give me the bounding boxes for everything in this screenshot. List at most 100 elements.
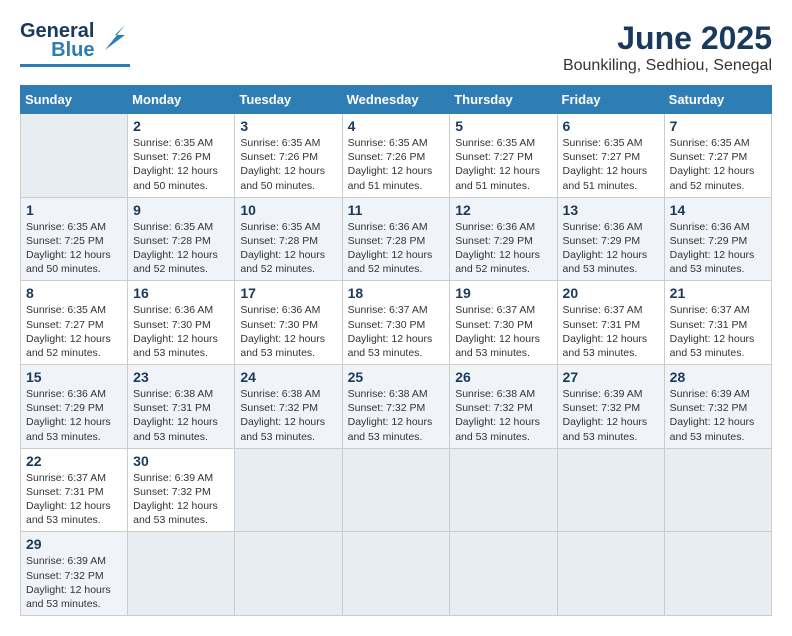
location-title: Bounkiling, Sedhiou, Senegal — [563, 57, 772, 75]
day-number: 2 — [133, 118, 229, 134]
calendar-cell — [21, 114, 128, 198]
calendar-cell: 18 Sunrise: 6:37 AMSunset: 7:30 PMDayligh… — [342, 281, 450, 365]
calendar-cell — [450, 448, 557, 532]
column-header-sunday: Sunday — [21, 86, 128, 114]
calendar-cell — [450, 532, 557, 616]
day-info: Sunrise: 6:39 AMSunset: 7:32 PMDaylight:… — [133, 471, 229, 528]
month-title: June 2025 — [563, 20, 772, 57]
calendar-cell: 13 Sunrise: 6:36 AMSunset: 7:29 PMDayligh… — [557, 197, 664, 281]
day-number: 25 — [348, 369, 445, 385]
day-number: 14 — [670, 202, 766, 218]
calendar-cell — [128, 532, 235, 616]
column-header-wednesday: Wednesday — [342, 86, 450, 114]
calendar-cell: 17Sunrise: 6:36 AMSunset: 7:30 PMDayligh… — [235, 281, 342, 365]
day-number: 30 — [133, 453, 229, 469]
day-info: Sunrise: 6:38 AMSunset: 7:32 PMDaylight:… — [455, 387, 551, 444]
calendar-cell: 8 Sunrise: 6:35 AMSunset: 7:27 PMDaylight… — [21, 281, 128, 365]
calendar-cell — [235, 448, 342, 532]
day-info: Sunrise: 6:37 AMSunset: 7:30 PMDaylight:… — [348, 303, 445, 360]
day-number: 23 — [133, 369, 229, 385]
day-number: 7 — [670, 118, 766, 134]
day-info: Sunrise: 6:36 AMSunset: 7:28 PMDaylight:… — [348, 220, 445, 277]
week-row-2: 1 Sunrise: 6:35 AMSunset: 7:25 PMDaylight… — [21, 197, 772, 281]
calendar-cell: 26 Sunrise: 6:38 AMSunset: 7:32 PMDayligh… — [450, 365, 557, 449]
day-number: 19 — [455, 285, 551, 301]
day-number: 1 — [26, 202, 122, 218]
calendar-cell: 20 Sunrise: 6:37 AMSunset: 7:31 PMDayligh… — [557, 281, 664, 365]
week-row-4: 15 Sunrise: 6:36 AMSunset: 7:29 PMDayligh… — [21, 365, 772, 449]
day-info: Sunrise: 6:39 AMSunset: 7:32 PMDaylight:… — [563, 387, 659, 444]
day-number: 18 — [348, 285, 445, 301]
calendar-cell: 11 Sunrise: 6:36 AMSunset: 7:28 PMDayligh… — [342, 197, 450, 281]
day-info: Sunrise: 6:36 AMSunset: 7:30 PMDaylight:… — [133, 303, 229, 360]
calendar-cell — [342, 448, 450, 532]
day-number: 3 — [240, 118, 336, 134]
calendar-cell: 29 Sunrise: 6:39 AMSunset: 7:32 PMDayligh… — [21, 532, 128, 616]
day-number: 9 — [133, 202, 229, 218]
calendar-cell: 21Sunrise: 6:37 AMSunset: 7:31 PMDayligh… — [664, 281, 771, 365]
title-area: June 2025 Bounkiling, Sedhiou, Senegal — [563, 20, 772, 75]
day-number: 15 — [26, 369, 122, 385]
day-info: Sunrise: 6:35 AMSunset: 7:26 PMDaylight:… — [133, 136, 229, 193]
column-header-monday: Monday — [128, 86, 235, 114]
calendar-cell: 28Sunrise: 6:39 AMSunset: 7:32 PMDayligh… — [664, 365, 771, 449]
day-number: 4 — [348, 118, 445, 134]
logo-icon — [100, 20, 130, 55]
week-row-1: 2 Sunrise: 6:35 AMSunset: 7:26 PMDaylight… — [21, 114, 772, 198]
column-header-friday: Friday — [557, 86, 664, 114]
calendar-cell: 6 Sunrise: 6:35 AMSunset: 7:27 PMDaylight… — [557, 114, 664, 198]
calendar-cell — [557, 532, 664, 616]
calendar-cell: 4Sunrise: 6:35 AMSunset: 7:26 PMDaylight… — [342, 114, 450, 198]
calendar-cell: 7Sunrise: 6:35 AMSunset: 7:27 PMDaylight… — [664, 114, 771, 198]
column-header-thursday: Thursday — [450, 86, 557, 114]
day-number: 29 — [26, 536, 122, 552]
day-number: 27 — [563, 369, 659, 385]
calendar-cell — [664, 532, 771, 616]
calendar-cell: 19 Sunrise: 6:37 AMSunset: 7:30 PMDayligh… — [450, 281, 557, 365]
week-row-6: 29 Sunrise: 6:39 AMSunset: 7:32 PMDayligh… — [21, 532, 772, 616]
day-number: 8 — [26, 285, 122, 301]
calendar-table: SundayMondayTuesdayWednesdayThursdayFrid… — [20, 85, 772, 616]
day-info: Sunrise: 6:38 AMSunset: 7:32 PMDaylight:… — [240, 387, 336, 444]
day-info: Sunrise: 6:36 AMSunset: 7:29 PMDaylight:… — [455, 220, 551, 277]
day-info: Sunrise: 6:37 AMSunset: 7:31 PMDaylight:… — [26, 471, 122, 528]
day-info: Sunrise: 6:36 AMSunset: 7:29 PMDaylight:… — [563, 220, 659, 277]
calendar-cell — [235, 532, 342, 616]
day-info: Sunrise: 6:35 AMSunset: 7:28 PMDaylight:… — [240, 220, 336, 277]
day-info: Sunrise: 6:36 AMSunset: 7:30 PMDaylight:… — [240, 303, 336, 360]
day-number: 6 — [563, 118, 659, 134]
day-number: 13 — [563, 202, 659, 218]
calendar-cell: 24Sunrise: 6:38 AMSunset: 7:32 PMDayligh… — [235, 365, 342, 449]
day-info: Sunrise: 6:35 AMSunset: 7:28 PMDaylight:… — [133, 220, 229, 277]
header-row: SundayMondayTuesdayWednesdayThursdayFrid… — [21, 86, 772, 114]
day-number: 20 — [563, 285, 659, 301]
day-info: Sunrise: 6:39 AMSunset: 7:32 PMDaylight:… — [670, 387, 766, 444]
calendar-cell — [342, 532, 450, 616]
calendar-cell: 14Sunrise: 6:36 AMSunset: 7:29 PMDayligh… — [664, 197, 771, 281]
day-number: 12 — [455, 202, 551, 218]
calendar-cell: 2 Sunrise: 6:35 AMSunset: 7:26 PMDaylight… — [128, 114, 235, 198]
calendar-cell: 15 Sunrise: 6:36 AMSunset: 7:29 PMDayligh… — [21, 365, 128, 449]
calendar-cell: 12 Sunrise: 6:36 AMSunset: 7:29 PMDayligh… — [450, 197, 557, 281]
column-header-tuesday: Tuesday — [235, 86, 342, 114]
day-number: 5 — [455, 118, 551, 134]
day-number: 26 — [455, 369, 551, 385]
day-number: 22 — [26, 453, 122, 469]
calendar-cell: 27 Sunrise: 6:39 AMSunset: 7:32 PMDayligh… — [557, 365, 664, 449]
calendar-cell: 22 Sunrise: 6:37 AMSunset: 7:31 PMDayligh… — [21, 448, 128, 532]
day-info: Sunrise: 6:37 AMSunset: 7:31 PMDaylight:… — [563, 303, 659, 360]
day-info: Sunrise: 6:36 AMSunset: 7:29 PMDaylight:… — [26, 387, 122, 444]
day-info: Sunrise: 6:35 AMSunset: 7:27 PMDaylight:… — [26, 303, 122, 360]
day-info: Sunrise: 6:35 AMSunset: 7:25 PMDaylight:… — [26, 220, 122, 277]
day-number: 11 — [348, 202, 445, 218]
day-info: Sunrise: 6:39 AMSunset: 7:32 PMDaylight:… — [26, 554, 122, 611]
day-info: Sunrise: 6:37 AMSunset: 7:30 PMDaylight:… — [455, 303, 551, 360]
day-info: Sunrise: 6:35 AMSunset: 7:27 PMDaylight:… — [563, 136, 659, 193]
calendar-cell: 9 Sunrise: 6:35 AMSunset: 7:28 PMDaylight… — [128, 197, 235, 281]
calendar-cell: 25Sunrise: 6:38 AMSunset: 7:32 PMDayligh… — [342, 365, 450, 449]
day-info: Sunrise: 6:35 AMSunset: 7:27 PMDaylight:… — [455, 136, 551, 193]
calendar-cell: 3Sunrise: 6:35 AMSunset: 7:26 PMDaylight… — [235, 114, 342, 198]
calendar-cell: 30 Sunrise: 6:39 AMSunset: 7:32 PMDayligh… — [128, 448, 235, 532]
day-number: 21 — [670, 285, 766, 301]
day-info: Sunrise: 6:38 AMSunset: 7:31 PMDaylight:… — [133, 387, 229, 444]
